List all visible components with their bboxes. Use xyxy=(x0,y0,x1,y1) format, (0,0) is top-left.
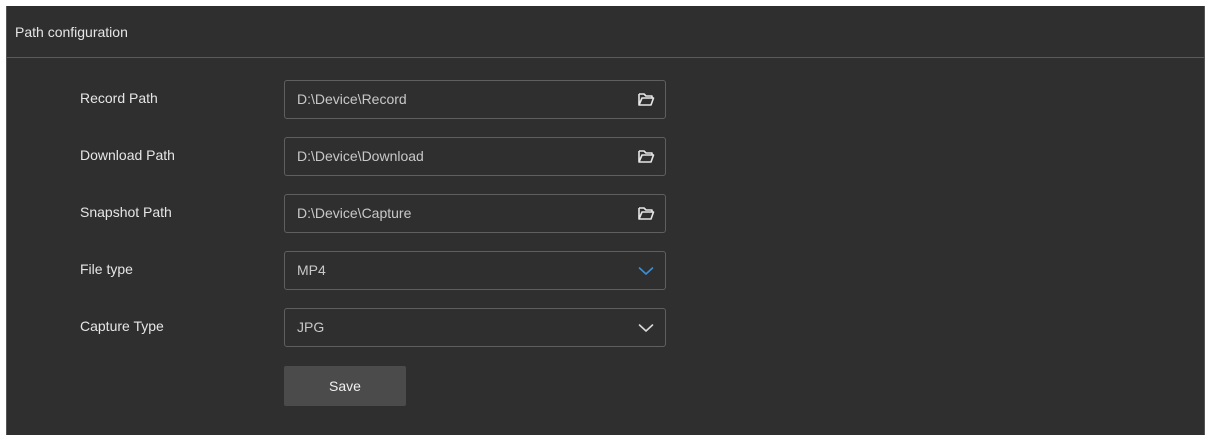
snapshot-path-row: Snapshot Path D:\Device\Capture xyxy=(7,194,1204,234)
download-path-field[interactable]: D:\Device\Download xyxy=(284,137,666,176)
capture-type-row: Capture Type JPG xyxy=(7,308,1204,348)
record-path-field[interactable]: D:\Device\Record xyxy=(284,80,666,119)
file-type-label: File type xyxy=(80,261,133,277)
record-path-value: D:\Device\Record xyxy=(297,91,407,107)
path-configuration-panel: Path configuration Record Path D:\Device… xyxy=(6,6,1205,435)
download-path-value: D:\Device\Download xyxy=(297,148,424,164)
chevron-down-icon[interactable] xyxy=(637,319,655,336)
record-path-row: Record Path D:\Device\Record xyxy=(7,80,1204,120)
record-path-label: Record Path xyxy=(80,90,158,106)
folder-icon[interactable] xyxy=(637,91,655,108)
chevron-down-icon[interactable] xyxy=(637,262,655,279)
capture-type-value: JPG xyxy=(297,319,325,335)
download-path-label: Download Path xyxy=(80,147,175,163)
capture-type-label: Capture Type xyxy=(80,318,164,334)
save-button[interactable]: Save xyxy=(284,366,406,406)
file-type-value: MP4 xyxy=(297,262,326,278)
file-type-select[interactable]: MP4 xyxy=(284,251,666,290)
folder-icon[interactable] xyxy=(637,148,655,165)
panel-title: Path configuration xyxy=(15,23,128,40)
snapshot-path-field[interactable]: D:\Device\Capture xyxy=(284,194,666,233)
folder-icon[interactable] xyxy=(637,205,655,222)
download-path-row: Download Path D:\Device\Download xyxy=(7,137,1204,177)
file-type-row: File type MP4 xyxy=(7,251,1204,291)
panel-header: Path configuration xyxy=(7,6,1204,58)
capture-type-select[interactable]: JPG xyxy=(284,308,666,347)
snapshot-path-label: Snapshot Path xyxy=(80,204,172,220)
snapshot-path-value: D:\Device\Capture xyxy=(297,205,412,221)
